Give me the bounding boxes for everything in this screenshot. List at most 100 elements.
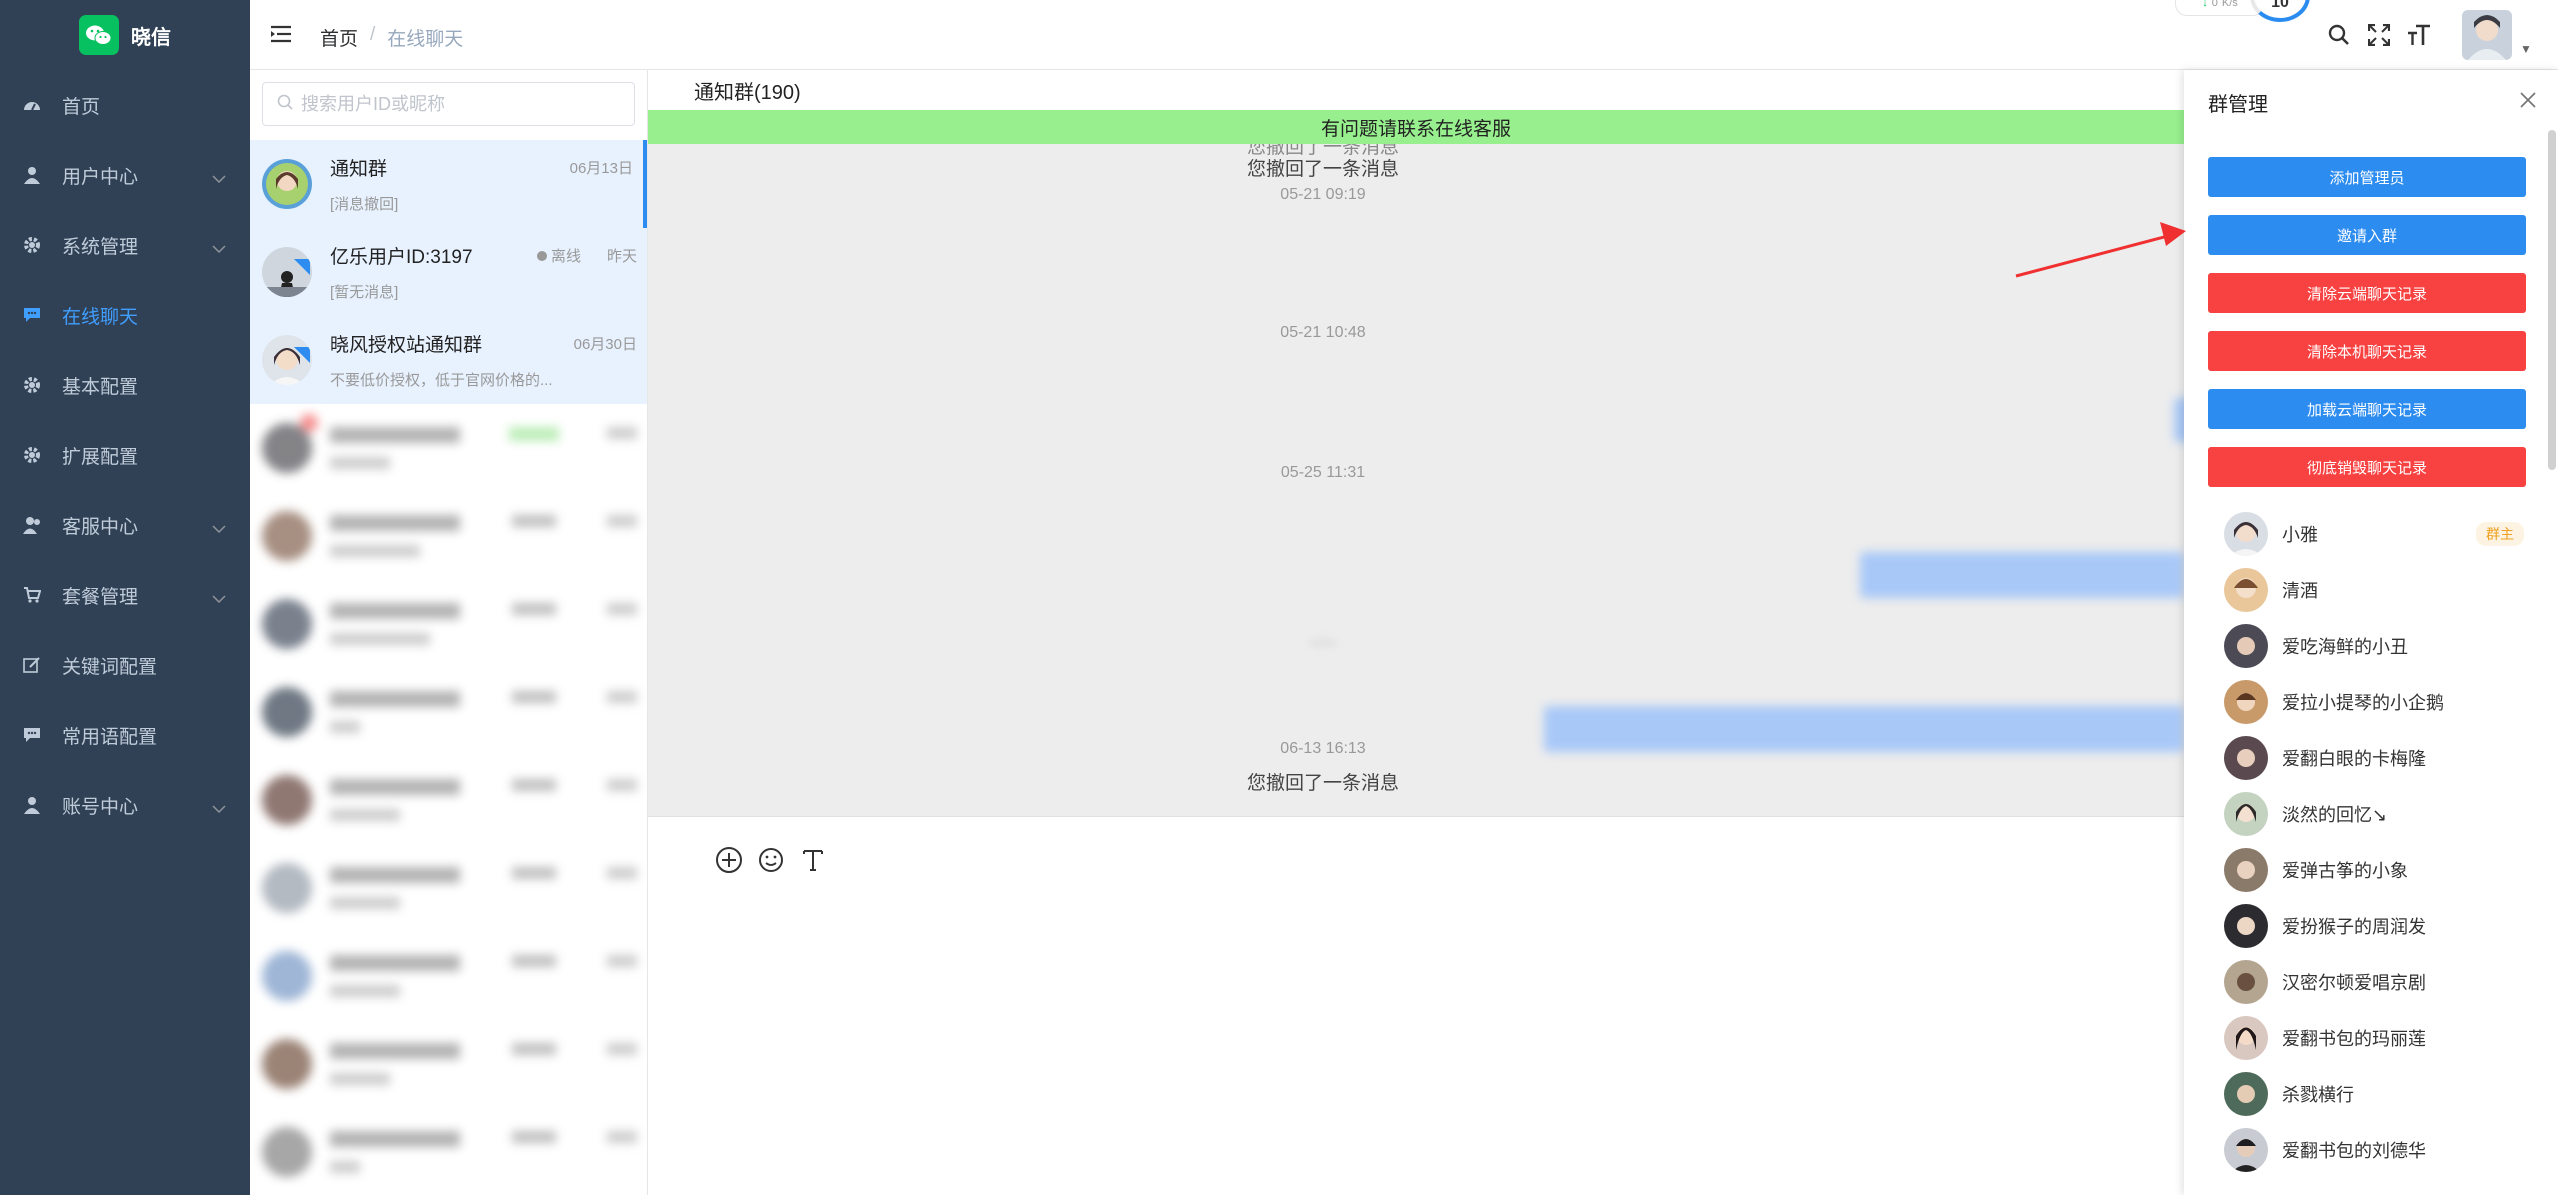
font-size-icon[interactable] (2406, 22, 2432, 48)
clear-local-history-button[interactable]: 清除本机聊天记录 (2208, 331, 2526, 371)
conversation-avatar (262, 335, 312, 385)
message-composer[interactable] (648, 816, 2184, 1195)
member-avatar (2224, 1016, 2268, 1060)
conversation-item[interactable]: 晓风授权站通知群 06月30日 不要低价授权，低于官网价格的... (250, 316, 647, 404)
conversation-avatar (262, 159, 312, 209)
emoji-icon[interactable] (756, 845, 786, 875)
close-icon[interactable] (2516, 88, 2540, 112)
sidebar-item-label: 账号中心 (62, 796, 139, 818)
member-item[interactable]: 爱吃海鲜的小丑 (2224, 624, 2524, 668)
add-admin-button[interactable]: 添加管理员 (2208, 157, 2526, 197)
sidebar-item-basic-config[interactable]: 基本配置 (0, 350, 250, 420)
brand-name: 晓信 (131, 26, 171, 49)
load-cloud-history-button[interactable]: 加载云端聊天记录 (2208, 389, 2526, 429)
panel-title: 群管理 (2208, 94, 2268, 116)
member-name: 爱吃海鲜的小丑 (2282, 637, 2408, 657)
plus-circle-icon[interactable] (714, 845, 744, 875)
user-avatar[interactable] (2462, 10, 2512, 60)
conversation-item-redacted[interactable] (250, 756, 647, 844)
panel-scrollbar[interactable] (2548, 130, 2556, 470)
conversation-item-redacted[interactable] (250, 492, 647, 580)
service-icon (22, 515, 42, 535)
conversation-item-redacted[interactable] (250, 668, 647, 756)
redacted-content (330, 779, 647, 821)
breadcrumb: 首页 / 在线聊天 (320, 24, 463, 51)
conversation-time: 06月30日 (573, 336, 637, 353)
fullscreen-icon[interactable] (2366, 22, 2392, 48)
member-item[interactable]: 汉密尔顿爱唱京剧 (2224, 960, 2524, 1004)
chat-header: 通知群(190) (648, 70, 2184, 110)
conversation-item-redacted[interactable] (250, 580, 647, 668)
member-item[interactable]: 爱翻书包的刘德华 (2224, 1128, 2524, 1172)
sidebar-item-user-center[interactable]: 用户中心 (0, 140, 250, 210)
sidebar: 晓信 首页 用户中心 系统管理 在线聊天 基本配置 扩展配置 客服中心 套餐管理… (0, 0, 250, 1195)
member-name: 清酒 (2282, 581, 2318, 601)
member-item[interactable]: 清酒 (2224, 568, 2524, 612)
member-avatar (2224, 568, 2268, 612)
member-item[interactable]: 杀戮横行 (2224, 1072, 2524, 1116)
search-input[interactable] (301, 93, 634, 115)
sidebar-item-label: 系统管理 (62, 236, 139, 258)
sidebar-item-online-chat[interactable]: 在线聊天 (0, 280, 250, 350)
sidebar-item-service-center[interactable]: 客服中心 (0, 490, 250, 560)
conversation-item[interactable]: 通知群 06月13日 [消息撤回] (250, 140, 647, 228)
conversation-avatar (262, 951, 312, 1001)
sidebar-item-home[interactable]: 首页 (0, 70, 250, 140)
conversation-name: 晓风授权站通知群 (330, 335, 483, 356)
composer-toolbar (714, 845, 828, 875)
sidebar-item-extend-config[interactable]: 扩展配置 (0, 420, 250, 490)
redacted-content (330, 427, 647, 469)
member-avatar (2224, 904, 2268, 948)
text-format-icon[interactable] (798, 845, 828, 875)
member-avatar (2224, 1128, 2268, 1172)
member-avatar (2224, 792, 2268, 836)
sidebar-item-label: 套餐管理 (62, 586, 139, 608)
breadcrumb-home[interactable]: 首页 (320, 24, 358, 51)
redacted-content (330, 867, 647, 909)
top-navbar: 首页 / 在线聊天 ↓ 0 K/s 10 ▼ (250, 0, 2558, 70)
member-item[interactable]: 爱翻书包的玛丽莲 (2224, 1016, 2524, 1060)
member-item[interactable]: 爱弹古筝的小象 (2224, 848, 2524, 892)
conversation-item-redacted[interactable] (250, 1108, 647, 1195)
conversation-item[interactable]: 亿乐用户ID:3197 离线 昨天 [暂无消息] (250, 228, 647, 316)
sidebar-item-keyword-config[interactable]: 关键词配置 (0, 630, 250, 700)
recall-notice: 您撤回了一条消息 (1246, 159, 1399, 180)
member-item[interactable]: 淡然的回忆↘ (2224, 792, 2524, 836)
member-name: 爱弹古筝的小象 (2282, 861, 2408, 881)
sidebar-item-phrase-config[interactable]: 常用语配置 (0, 700, 250, 770)
search-wrap (250, 70, 647, 140)
gear-icon (22, 235, 42, 255)
conversation-avatar (262, 863, 312, 913)
destroy-history-button[interactable]: 彻底销毁聊天记录 (2208, 447, 2526, 487)
unread-badge (300, 414, 318, 432)
search-icon (277, 94, 293, 115)
message-timestamp: 05-25 11:31 (1280, 464, 1366, 481)
redacted-content (330, 515, 647, 557)
member-item[interactable]: 爱翻白眼的卡梅隆 (2224, 736, 2524, 780)
search-icon[interactable] (2326, 22, 2352, 48)
member-avatar (2224, 512, 2268, 556)
member-item[interactable]: 爱拉小提琴的小企鹅 (2224, 680, 2524, 724)
redacted-content (330, 1131, 647, 1173)
member-item[interactable]: 爱扮猴子的周润发 (2224, 904, 2524, 948)
chevron-down-icon (212, 517, 226, 539)
sidebar-item-system[interactable]: 系统管理 (0, 210, 250, 280)
menu-toggle-icon[interactable] (270, 24, 292, 49)
clear-cloud-history-button[interactable]: 清除云端聊天记录 (2208, 273, 2526, 313)
caret-down-icon[interactable]: ▼ (2520, 42, 2532, 56)
member-name: 小雅 (2282, 525, 2318, 545)
conversation-preview: [消息撤回] (330, 196, 399, 213)
owner-badge: 群主 (2476, 522, 2524, 546)
conversation-item-redacted[interactable] (250, 404, 647, 492)
member-item[interactable]: 小雅 群主 (2224, 512, 2524, 556)
conversation-item-redacted[interactable] (250, 844, 647, 932)
conversation-list: 通知群06月13日 [消息撤回] 亿乐用户ID:3197离线昨天 [暂无消息] … (250, 70, 648, 1195)
conversation-item-redacted[interactable] (250, 932, 647, 1020)
sidebar-item-package[interactable]: 套餐管理 (0, 560, 250, 630)
message-area[interactable]: 您撤回了一条消息 您撤回了一条消息 05-21 09:19 05-21 10:4… (648, 144, 2184, 816)
invite-to-group-button[interactable]: 邀请入群 (2208, 215, 2526, 255)
message-bubble-redacted (2174, 398, 2184, 442)
sidebar-item-account-center[interactable]: 账号中心 (0, 770, 250, 840)
online-status: 离线 (536, 245, 581, 266)
conversation-item-redacted[interactable] (250, 1020, 647, 1108)
